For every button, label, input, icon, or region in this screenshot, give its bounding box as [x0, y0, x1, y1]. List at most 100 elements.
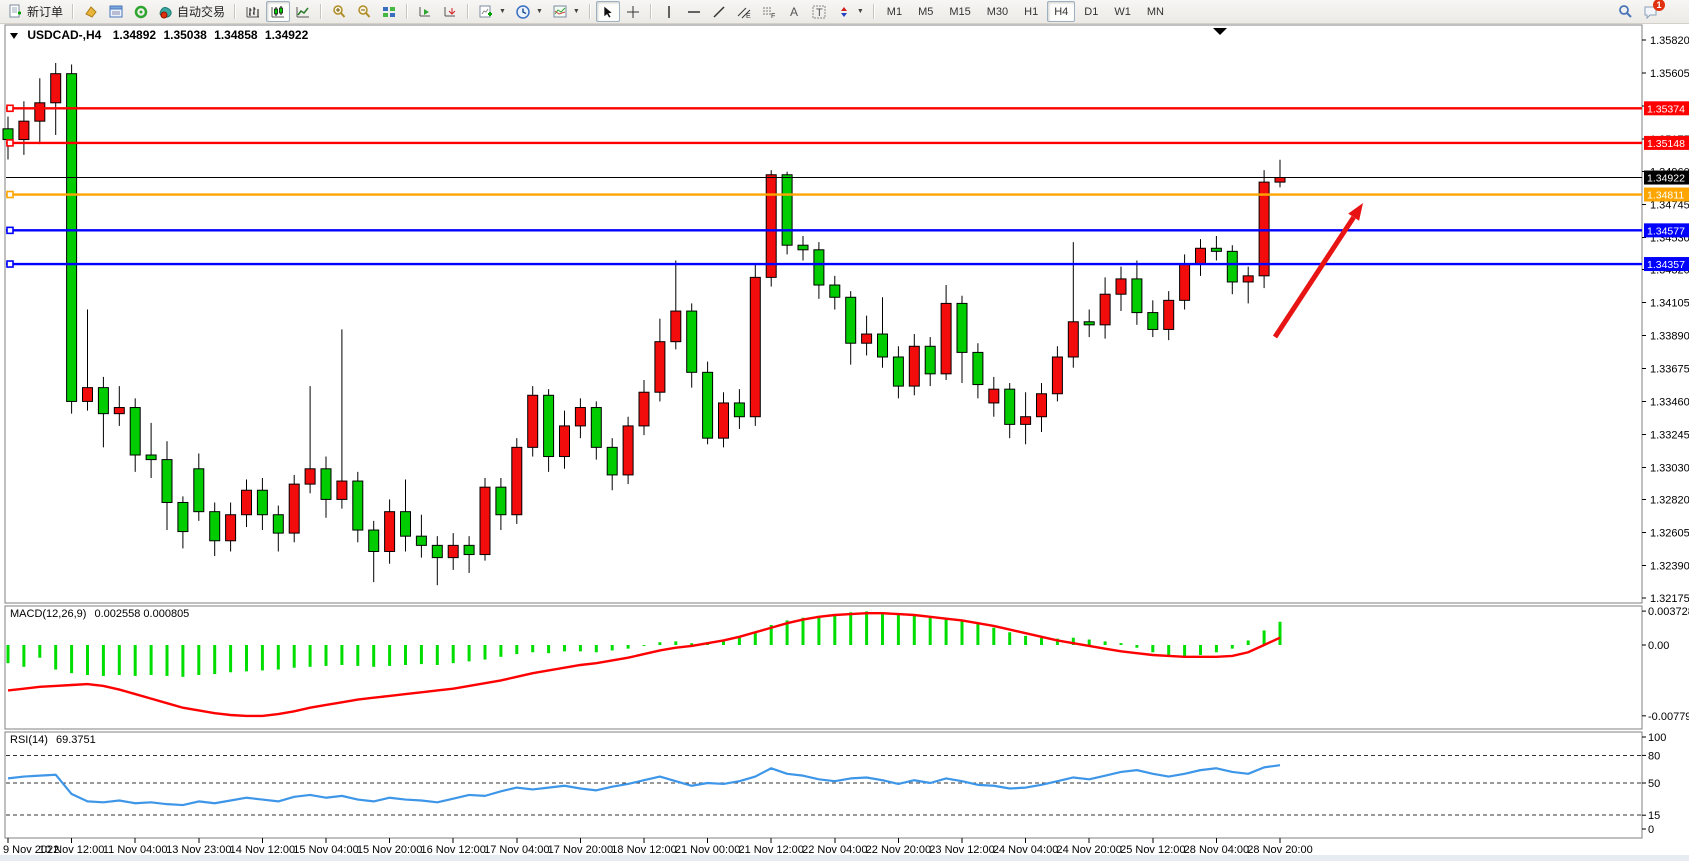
candle [432, 545, 442, 557]
timeframe-D1[interactable]: D1 [1077, 1, 1105, 22]
candle [846, 297, 856, 343]
line-handle[interactable] [7, 192, 13, 198]
timeframe-MN[interactable]: MN [1140, 1, 1171, 22]
candle [655, 342, 665, 393]
candle [1259, 182, 1269, 276]
timeframe-M30[interactable]: M30 [980, 1, 1015, 22]
line-handle[interactable] [7, 261, 13, 267]
candle [719, 403, 729, 438]
toolbar-separator [406, 4, 408, 19]
svg-text:F: F [771, 13, 775, 20]
candle [1148, 313, 1158, 330]
zoom-out-button[interactable] [352, 1, 376, 22]
candle [353, 481, 363, 530]
candle [51, 74, 61, 103]
auto-scroll-icon [417, 4, 433, 20]
candle [464, 545, 474, 554]
bar-chart-button[interactable] [241, 1, 265, 22]
candle [1180, 264, 1190, 301]
zoom-in-button[interactable] [327, 1, 351, 22]
candle [416, 536, 426, 545]
tile-windows-button[interactable] [377, 1, 401, 22]
candlestick-chart-button[interactable] [266, 1, 290, 22]
auto-scroll-button[interactable] [413, 1, 437, 22]
candle [305, 469, 315, 484]
candle [83, 388, 93, 402]
svg-text:-0.007792: -0.007792 [1648, 711, 1689, 723]
crosshair-button[interactable] [621, 1, 645, 22]
candle [385, 512, 395, 552]
candle [496, 487, 506, 515]
svg-text:1.33675: 1.33675 [1650, 363, 1689, 375]
candle [1100, 294, 1110, 325]
trendline-button[interactable] [707, 1, 731, 22]
horizontal-line-button[interactable] [682, 1, 706, 22]
svg-text:1.32390: 1.32390 [1650, 560, 1689, 572]
candle [19, 121, 29, 139]
search-icon[interactable] [1617, 4, 1633, 20]
market-watch-button[interactable] [104, 1, 128, 22]
chat-icon[interactable]: 1 [1643, 4, 1659, 20]
svg-text:0: 0 [1648, 824, 1654, 836]
tile-windows-icon [381, 4, 397, 20]
candle [1164, 300, 1174, 329]
candle [909, 346, 919, 386]
line-handle[interactable] [7, 105, 13, 111]
macd-panel [5, 606, 1642, 729]
timeframe-H1[interactable]: H1 [1017, 1, 1045, 22]
candle [146, 455, 156, 460]
fibonacci-button[interactable]: F [757, 1, 781, 22]
svg-text:1.33245: 1.33245 [1650, 429, 1689, 441]
fibonacci-icon: F [761, 4, 777, 20]
chart-profile-icon [83, 4, 99, 20]
svg-text:1.34105: 1.34105 [1650, 298, 1689, 310]
svg-text:0.00: 0.00 [1648, 640, 1669, 652]
text-label-button[interactable]: T [807, 1, 831, 22]
window-bottom-edge [0, 855, 1689, 861]
macd-values: 0.002558 0.000805 [94, 608, 189, 620]
timeframe-H4[interactable]: H4 [1047, 1, 1075, 22]
line-chart-button[interactable] [291, 1, 315, 22]
main-panel [5, 25, 1642, 603]
svg-text:1.35148: 1.35148 [1647, 138, 1685, 150]
candle [957, 303, 967, 352]
arrows-button[interactable]: ▼ [832, 1, 868, 22]
vertical-line-button[interactable] [657, 1, 681, 22]
svg-text:0.003728: 0.003728 [1648, 606, 1689, 618]
text-button[interactable]: A [782, 1, 806, 22]
timeframe-M15[interactable]: M15 [942, 1, 977, 22]
timeframe-M5[interactable]: M5 [911, 1, 940, 22]
data-window-icon [133, 4, 149, 20]
line-handle[interactable] [7, 140, 13, 146]
candle [1275, 178, 1285, 183]
candle [257, 490, 267, 515]
chart-shift-icon [442, 4, 458, 20]
candle [623, 426, 633, 475]
svg-text:100: 100 [1648, 732, 1666, 744]
new-chart-button[interactable]: ▼ [474, 1, 510, 22]
templates-button[interactable]: ▼ [548, 1, 584, 22]
chart-profile-button[interactable] [79, 1, 103, 22]
toolbar-separator [589, 4, 591, 19]
timeframe-W1[interactable]: W1 [1107, 1, 1138, 22]
line-handle[interactable] [7, 227, 13, 233]
periods-button[interactable]: ▼ [511, 1, 547, 22]
candle [575, 408, 585, 426]
new-order-button[interactable]: 新订单 [4, 1, 67, 22]
candle [289, 484, 299, 533]
candle [989, 389, 999, 403]
candle [687, 311, 697, 372]
chart-canvas[interactable]: 1.358201.356051.353901.351751.349601.347… [0, 0, 1689, 861]
dropdown-arrow-icon: ▼ [499, 8, 506, 15]
data-window-button[interactable] [129, 1, 153, 22]
chart-shift-button[interactable] [438, 1, 462, 22]
cursor-icon [600, 4, 616, 20]
ohlc-close: 1.34922 [265, 28, 308, 42]
vertical-line-icon [661, 4, 677, 20]
timeframe-M1[interactable]: M1 [880, 1, 909, 22]
cursor-button[interactable] [596, 1, 620, 22]
market-watch-icon [108, 4, 124, 20]
candle [35, 103, 45, 121]
equidistant-channel-button[interactable]: E [732, 1, 756, 22]
auto-trading-button[interactable]: 自动交易 [154, 1, 229, 22]
